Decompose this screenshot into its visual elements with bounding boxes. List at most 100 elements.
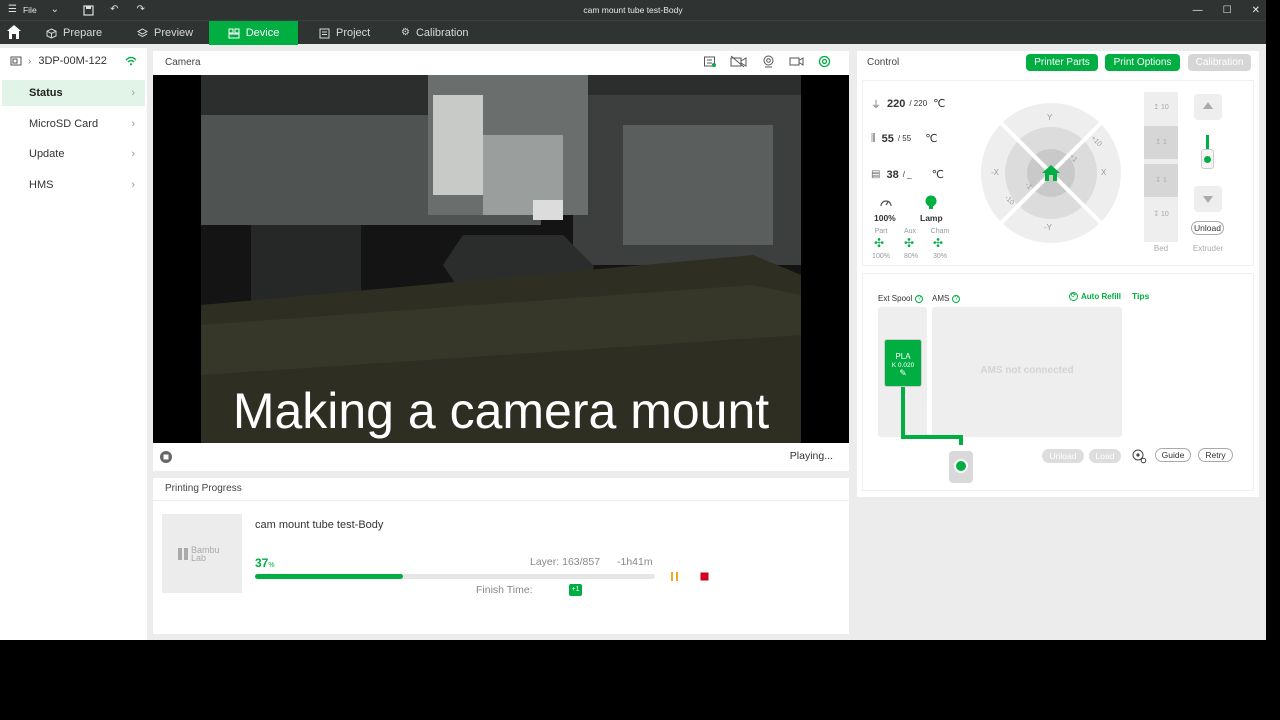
- progress-bar-fill: [255, 574, 403, 579]
- sidebar-item-label: HMS: [29, 179, 54, 191]
- webcam-icon[interactable]: [762, 55, 775, 68]
- extruder-label: Extruder: [1192, 244, 1224, 253]
- ams-header: AMS ?: [932, 294, 961, 303]
- tab-calibration[interactable]: ⚙ Calibration: [391, 21, 479, 45]
- camera-feed[interactable]: Making a camera mount: [153, 75, 849, 443]
- maximize-icon[interactable]: ☐: [1223, 5, 1232, 16]
- chevron-right-icon: ›: [131, 118, 135, 130]
- tab-device-label: Device: [245, 27, 280, 39]
- tab-project[interactable]: Project: [309, 21, 380, 45]
- printer-parts-button[interactable]: Printer Parts: [1026, 54, 1098, 71]
- printer-icon: [10, 56, 22, 66]
- progress-percent: 37%: [255, 556, 275, 570]
- home-icon[interactable]: [6, 24, 22, 40]
- bed-down-1-button[interactable]: ↧ 1: [1144, 164, 1178, 197]
- sidebar-item-hms[interactable]: HMS ›: [2, 172, 145, 198]
- filament-type: PLA: [895, 352, 911, 361]
- filament-path: [901, 387, 963, 445]
- layer-count: Layer: 163/857: [530, 556, 601, 568]
- chevron-right-icon: ›: [131, 148, 135, 160]
- tab-preview[interactable]: Preview: [127, 21, 203, 45]
- triangle-up-icon: [1203, 102, 1213, 109]
- chevron-right-icon: ›: [28, 55, 32, 67]
- lamp-label: Lamp: [920, 213, 943, 223]
- device-icon: [228, 28, 240, 38]
- nozzle-temp-unit: ℃: [933, 98, 946, 110]
- edit-icon[interactable]: ✎: [885, 369, 921, 378]
- ams-load-button[interactable]: Load: [1089, 449, 1121, 463]
- jog-pad[interactable]: Y -Y X -X +10 +1 -1 -10: [981, 103, 1121, 243]
- printing-progress-panel: Printing Progress Bambu Lab cam mount tu…: [153, 478, 849, 634]
- sidebar-item-microsd-card[interactable]: MicroSD Card ›: [2, 111, 145, 137]
- jog-x-minus[interactable]: -X: [991, 168, 999, 177]
- ams-settings-icon[interactable]: [1131, 448, 1147, 464]
- help-icon[interactable]: ?: [915, 294, 924, 303]
- bed-temp-unit: ℃: [925, 133, 938, 145]
- auto-refill-link[interactable]: ⟳ Auto Refill: [1069, 292, 1121, 301]
- fan-part-label: Part: [874, 228, 888, 235]
- tips-link[interactable]: Tips: [1132, 291, 1149, 301]
- extruder-up-button[interactable]: [1194, 94, 1222, 120]
- bed-target-temp: / 55: [897, 134, 912, 143]
- ams-unload-button[interactable]: Unload: [1042, 449, 1084, 463]
- minimize-icon[interactable]: —: [1193, 5, 1203, 16]
- nozzle-icon: ⏚: [871, 100, 881, 111]
- progress-percent-value: 37: [255, 556, 269, 570]
- bed-temperature[interactable]: ⫼ 55 / 55 ℃: [871, 132, 938, 146]
- guide-button[interactable]: Guide: [1155, 448, 1191, 462]
- title-bar: ☰ File ⌄ ↶ ↷ cam mount tube test-Body — …: [0, 0, 1266, 20]
- help-icon[interactable]: ?: [952, 294, 961, 303]
- fan-icon[interactable]: ✣: [904, 236, 914, 250]
- layers-icon: [137, 27, 148, 37]
- tab-calibration-label: Calibration: [415, 27, 469, 39]
- control-title: Control: [867, 57, 900, 68]
- triangle-down-icon: [1203, 196, 1213, 203]
- sidebar-item-status[interactable]: Status ›: [2, 80, 145, 106]
- gear-icon: ⚙: [401, 27, 410, 38]
- tab-project-label: Project: [336, 27, 371, 39]
- progress-bar: [255, 574, 655, 579]
- sidebar-item-update[interactable]: Update ›: [2, 141, 145, 167]
- chamber-temp-unit: ℃: [931, 169, 944, 181]
- print-options-button[interactable]: Print Options: [1105, 54, 1180, 71]
- tab-device[interactable]: Device: [209, 21, 298, 45]
- bed-down-1-label: 1: [1162, 177, 1167, 184]
- extruder-unload-button[interactable]: Unload: [1191, 221, 1224, 235]
- jog-x-plus[interactable]: X: [1101, 168, 1106, 177]
- wifi-icon: [125, 56, 137, 66]
- fan-icon[interactable]: ✣: [874, 236, 884, 250]
- pause-icon[interactable]: [669, 571, 681, 583]
- close-icon[interactable]: ✕: [1252, 5, 1260, 16]
- device-sidebar: › 3DP-00M-122 Status › MicroSD Card › Up…: [0, 48, 147, 640]
- auto-refill-label: Auto Refill: [1081, 292, 1121, 301]
- speed-gauge-icon[interactable]: [879, 196, 893, 208]
- bed-up-1-button[interactable]: ↥ 1: [1144, 126, 1178, 159]
- bambu-lab-logo: Bambu Lab: [178, 546, 220, 563]
- printer-selector[interactable]: › 3DP-00M-122: [0, 48, 147, 74]
- stop-stream-icon[interactable]: [159, 450, 173, 464]
- ext-spool-filament[interactable]: PLA K 0.020 ✎: [884, 339, 922, 387]
- camera-title: Camera: [165, 57, 201, 68]
- bed-up-1-label: 1: [1162, 139, 1167, 146]
- calibration-button[interactable]: Calibration: [1188, 54, 1251, 71]
- camera-settings-icon[interactable]: [818, 55, 831, 68]
- sidebar-item-label: Status: [29, 87, 63, 99]
- window-title: cam mount tube test-Body: [583, 5, 683, 15]
- chamber-temperature[interactable]: ▤ 38 / _ ℃: [871, 168, 944, 182]
- video-camera-icon[interactable]: [789, 55, 804, 68]
- stop-icon[interactable]: [699, 571, 711, 583]
- bed-down-10-button[interactable]: ↧ 10: [1144, 202, 1178, 228]
- nozzle-temperature[interactable]: ⏚ 220 / 220 ℃: [871, 96, 946, 112]
- jog-y-minus[interactable]: -Y: [1044, 223, 1052, 232]
- home-axes-icon[interactable]: [1041, 164, 1061, 182]
- camera-off-icon[interactable]: [730, 55, 748, 68]
- retry-button[interactable]: Retry: [1198, 448, 1233, 462]
- bed-up-10-button[interactable]: ↥ 10: [1144, 95, 1178, 121]
- sd-record-icon[interactable]: [703, 55, 716, 68]
- jog-y-plus[interactable]: Y: [1047, 113, 1052, 122]
- extruder-down-button[interactable]: [1194, 186, 1222, 212]
- lamp-icon[interactable]: [924, 195, 938, 211]
- tab-prepare[interactable]: Prepare: [36, 21, 112, 45]
- fan-icon[interactable]: ✣: [933, 236, 943, 250]
- bambu-logo-icon: [178, 548, 188, 560]
